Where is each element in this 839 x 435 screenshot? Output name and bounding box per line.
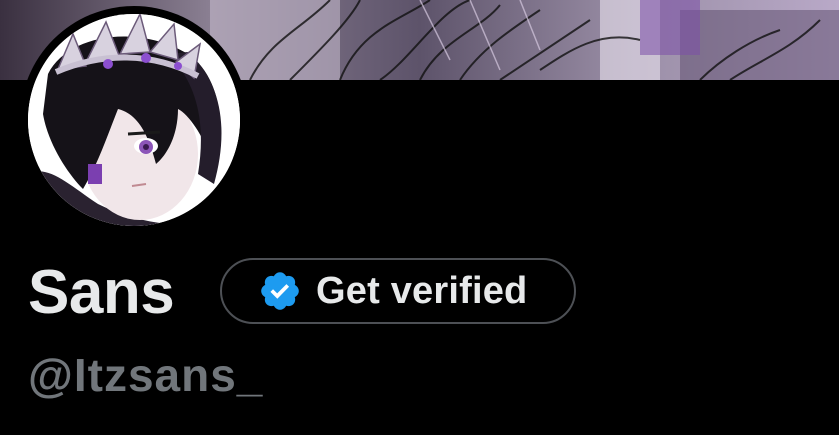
profile-header: Sans Get verified @Itzsans_ (0, 0, 839, 435)
get-verified-button[interactable]: Get verified (220, 258, 576, 324)
avatar-ring[interactable] (20, 6, 248, 234)
get-verified-label: Get verified (316, 269, 528, 312)
display-name: Sans (28, 258, 175, 327)
user-handle: @Itzsans_ (28, 349, 264, 401)
avatar-image (28, 14, 240, 226)
verified-badge-icon (258, 269, 302, 313)
avatar[interactable] (28, 14, 240, 226)
